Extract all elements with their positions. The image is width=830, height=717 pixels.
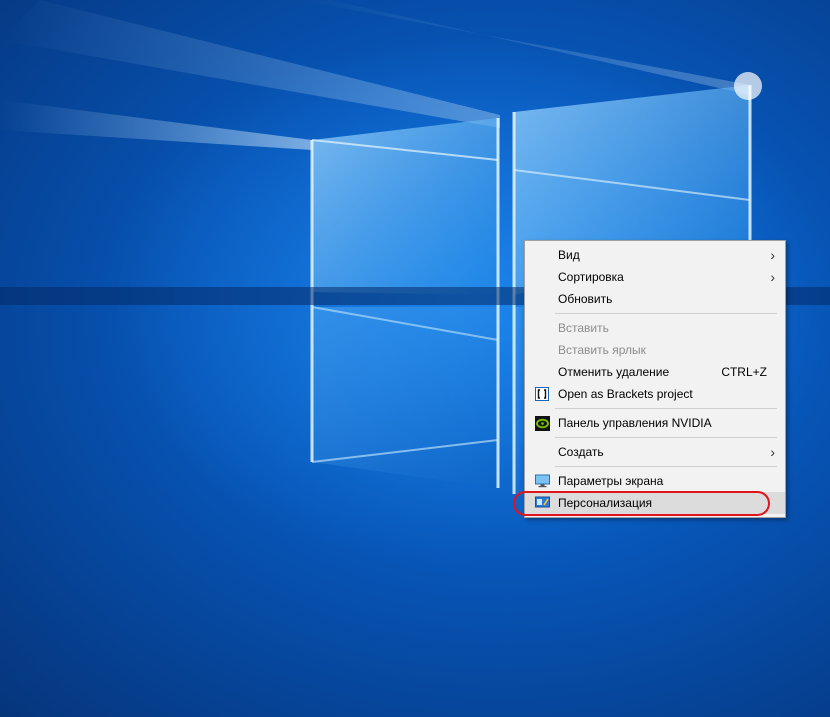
menu-item-label: Вставить — [558, 321, 609, 335]
menu-separator — [555, 313, 777, 314]
menu-item-label: Параметры экрана — [558, 474, 664, 488]
menu-item-label: Отменить удаление — [558, 365, 670, 379]
chevron-right-icon: › — [770, 444, 775, 460]
menu-item-refresh[interactable]: Обновить — [525, 288, 785, 310]
menu-item-display-settings[interactable]: Параметры экрана — [525, 470, 785, 492]
menu-item-label: Open as Brackets project — [558, 387, 693, 401]
menu-item-paste[interactable]: Вставить — [525, 317, 785, 339]
menu-item-label: Панель управления NVIDIA — [558, 416, 712, 430]
menu-item-view[interactable]: Вид › — [525, 244, 785, 266]
menu-item-sort[interactable]: Сортировка › — [525, 266, 785, 288]
display-settings-icon — [534, 473, 550, 489]
menu-item-label: Обновить — [558, 292, 613, 306]
menu-item-label: Сортировка — [558, 270, 624, 284]
menu-item-nvidia-panel[interactable]: Панель управления NVIDIA — [525, 412, 785, 434]
brackets-icon — [534, 386, 550, 402]
menu-separator — [555, 408, 777, 409]
menu-item-label: Создать — [558, 445, 604, 459]
menu-item-label: Вид — [558, 248, 580, 262]
menu-item-paste-shortcut[interactable]: Вставить ярлык — [525, 339, 785, 361]
menu-item-undo-delete[interactable]: Отменить удаление CTRL+Z — [525, 361, 785, 383]
menu-item-create[interactable]: Создать › — [525, 441, 785, 463]
menu-item-open-brackets[interactable]: Open as Brackets project — [525, 383, 785, 405]
highlight-annotation — [513, 491, 770, 516]
chevron-right-icon: › — [770, 269, 775, 285]
menu-separator — [555, 437, 777, 438]
desktop-context-menu: Вид › Сортировка › Обновить Вставить Вст… — [524, 240, 786, 518]
chevron-right-icon: › — [770, 247, 775, 263]
nvidia-icon — [534, 415, 550, 431]
menu-item-shortcut: CTRL+Z — [721, 365, 767, 379]
menu-item-label: Вставить ярлык — [558, 343, 646, 357]
menu-separator — [555, 466, 777, 467]
